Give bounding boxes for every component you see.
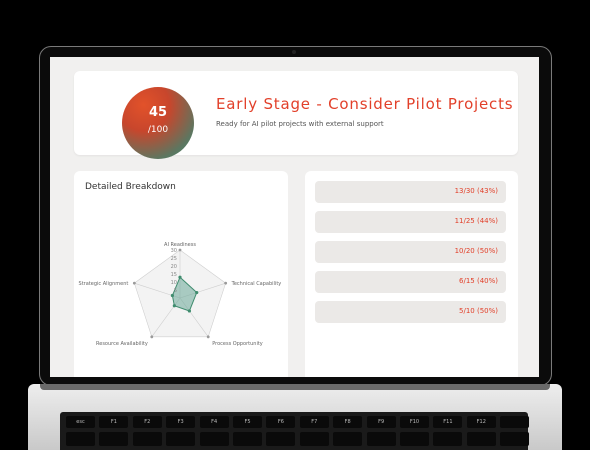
- radar-vertex-dot: [132, 281, 136, 285]
- keyboard-key: [266, 432, 296, 446]
- keyboard-key: F7: [299, 416, 329, 428]
- score-ring: 45 /100: [122, 87, 194, 159]
- keyboard-key: [66, 432, 95, 446]
- keyboard-key: F6: [266, 416, 296, 428]
- keyboard-key: F12: [466, 416, 496, 428]
- laptop-hinge: [40, 384, 550, 390]
- app-screen: 45 /100 Early Stage - Consider Pilot Pro…: [50, 57, 539, 377]
- radar-chart: 5 10 15 20 25 30AI Readiness Technical Capabil…: [79, 242, 282, 347]
- score-bar-1: 11/25 (44%): [315, 211, 506, 233]
- score-bar-4: 5/10 (50%): [315, 301, 506, 323]
- score-bar-0: 13/30 (43%): [315, 181, 506, 203]
- keyboard-key: [233, 432, 262, 446]
- radar-axis-label: Technical Capability: [231, 281, 282, 287]
- keyboard-key: [433, 432, 463, 446]
- radar-vertex-dot: [206, 335, 210, 339]
- score-bar-label: 6/15 (40%): [459, 277, 498, 285]
- keyboard-key: F11: [433, 416, 463, 428]
- score-max: /100: [147, 125, 169, 135]
- keyboard-key: [466, 432, 496, 446]
- score-value: 45: [148, 105, 168, 120]
- keyboard-key: [400, 432, 429, 446]
- radar-point: [195, 290, 199, 295]
- radar-point: [170, 293, 174, 298]
- radar-vertex-dot: [224, 281, 228, 285]
- score-bar-label: 13/30 (43%): [454, 187, 498, 195]
- score-bar-2: 10/20 (50%): [315, 241, 506, 263]
- keyboard: esc F1 F2 F3 F4 F5 F6 F7 F8 F9 F10 F11 F12: [60, 412, 530, 450]
- score-bar-3: 6/15 (40%): [315, 271, 506, 293]
- radar-vertex-dot: [150, 335, 154, 339]
- keyboard-key: [366, 432, 396, 446]
- radar-tick-label: 20: [171, 264, 177, 270]
- score-title: Early Stage - Consider Pilot Projects: [216, 95, 514, 113]
- score-bar-label: 5/10 (50%): [459, 307, 498, 315]
- keyboard-key: [333, 432, 363, 446]
- keyboard-key: F9: [366, 416, 396, 428]
- radar-point: [187, 309, 192, 313]
- keyboard-key: esc: [66, 416, 95, 428]
- radar-point: [172, 304, 176, 308]
- keyboard-key: [199, 432, 229, 446]
- keyboard-key: [500, 416, 530, 428]
- keyboard-key: [299, 432, 329, 446]
- scores-card: 13/30 (43%) 11/25 (44%) 10/20 (50%) 6/15…: [305, 171, 518, 377]
- radar-axis-label: Strategic Alignment: [79, 281, 129, 287]
- radar-tick-label: 30: [171, 248, 177, 254]
- score-bar-label: 10/20 (50%): [454, 247, 498, 255]
- radar-vertex-dot: [178, 248, 182, 252]
- breakdown-title: Detailed Breakdown: [85, 182, 176, 192]
- score-bar-label: 11/25 (44%): [454, 217, 498, 225]
- keyboard-key: [99, 432, 129, 446]
- radar-point: [178, 275, 182, 279]
- keyboard-key: [500, 432, 530, 446]
- radar-tick-label: 25: [171, 256, 177, 262]
- radar-axis-label: AI Readiness: [164, 242, 196, 248]
- score-subtitle: Ready for AI pilot projects with externa…: [216, 120, 384, 128]
- keyboard-key: F8: [333, 416, 363, 428]
- radar-tick-label: 10: [171, 280, 177, 286]
- keyboard-key: F10: [400, 416, 429, 428]
- keyboard-key: F2: [132, 416, 162, 428]
- keyboard-key: F3: [166, 416, 196, 428]
- score-card: 45 /100 Early Stage - Consider Pilot Pro…: [74, 71, 518, 159]
- radar-tick-label: 5: [174, 288, 177, 294]
- radar-tick-label: 15: [171, 272, 177, 278]
- keyboard-key: F4: [199, 416, 229, 428]
- keyboard-key: F1: [99, 416, 129, 428]
- radar-axis-label: Process Opportunity: [212, 341, 263, 347]
- keyboard-key: F5: [233, 416, 262, 428]
- keyboard-key: [166, 432, 196, 446]
- camera: [292, 50, 296, 54]
- keyboard-key: [132, 432, 162, 446]
- radar-axis-label: Resource Availability: [96, 341, 148, 347]
- breakdown-card: Detailed Breakdown 5 10 15 20 25 30 AI Readine…: [74, 171, 288, 377]
